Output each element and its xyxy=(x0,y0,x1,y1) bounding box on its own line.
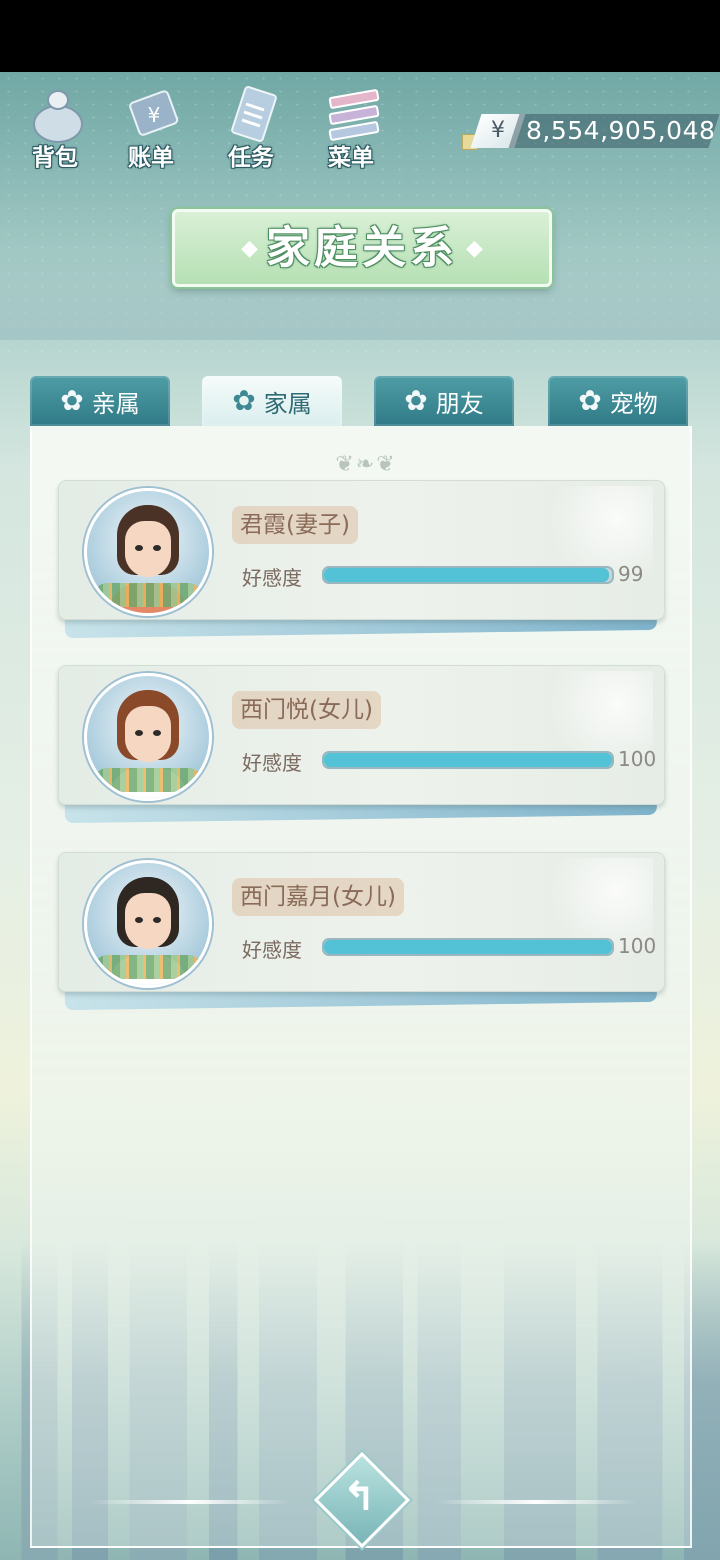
favor-value: 100 xyxy=(618,747,657,771)
status-bar xyxy=(0,0,720,72)
money-amount: 8,554,905,048 xyxy=(526,116,716,145)
flower-icon: ✿ xyxy=(60,384,84,417)
bag-icon xyxy=(33,90,83,143)
nav-task-button[interactable]: 任务 xyxy=(206,80,296,176)
nav-bill-button[interactable]: ¥ 账单 xyxy=(106,80,196,176)
favor-label: 好感度 xyxy=(242,566,302,590)
divider xyxy=(90,1500,290,1504)
favor-bar xyxy=(322,751,614,769)
page-title: 家庭关系 xyxy=(266,222,458,274)
favor-value: 100 xyxy=(618,934,657,958)
relation-name: 君霞(妻子) xyxy=(232,506,358,544)
back-button[interactable]: ↰ xyxy=(313,1451,411,1549)
favor-value: 99 xyxy=(618,562,644,586)
avatar xyxy=(84,488,212,616)
ornament-icon: ❦❧❦ xyxy=(335,452,397,477)
relation-card[interactable]: 西门悦(女儿) 好感度 100 xyxy=(58,665,665,824)
leaf-wreath-icon xyxy=(95,768,201,792)
page-title-plate: ◆ 家庭关系 ◆ xyxy=(172,209,552,287)
favor-bar xyxy=(322,938,614,956)
leaf-wreath-icon xyxy=(95,955,201,979)
relation-card[interactable]: 西门嘉月(女儿) 好感度 100 xyxy=(58,852,665,1011)
favor-label: 好感度 xyxy=(242,938,302,962)
tab-pets[interactable]: ✿ 宠物 xyxy=(548,376,688,426)
flower-icon: ✿ xyxy=(404,384,428,417)
tab-friends[interactable]: ✿ 朋友 xyxy=(374,376,514,426)
menu-icon xyxy=(328,89,380,141)
relation-name: 西门悦(女儿) xyxy=(232,691,381,729)
tab-family[interactable]: ✿ 家属 xyxy=(202,376,342,426)
svg-text:¥: ¥ xyxy=(148,103,161,127)
tab-relatives[interactable]: ✿ 亲属 xyxy=(30,376,170,426)
money-display: ¥ 8,554,905,048 xyxy=(462,112,720,152)
flower-icon: ✿ xyxy=(578,384,602,417)
favor-bar xyxy=(322,566,614,584)
relation-card[interactable]: 君霞(妻子) 好感度 99 xyxy=(58,480,665,639)
back-arrow-icon: ↰ xyxy=(342,1474,376,1520)
flower-icon: ✿ xyxy=(232,384,256,417)
bill-icon: ¥ xyxy=(129,90,179,136)
favor-label: 好感度 xyxy=(242,751,302,775)
relation-name: 西门嘉月(女儿) xyxy=(232,878,404,916)
leaf-wreath-icon xyxy=(95,583,201,607)
nav-menu-button[interactable]: 菜单 xyxy=(306,80,396,176)
diamond-icon: ◆ xyxy=(241,235,258,261)
nav-bag-button[interactable]: 背包 xyxy=(10,80,100,176)
divider xyxy=(436,1500,636,1504)
avatar xyxy=(84,860,212,988)
diamond-icon: ◆ xyxy=(466,235,483,261)
task-icon xyxy=(231,86,277,142)
avatar xyxy=(84,673,212,801)
